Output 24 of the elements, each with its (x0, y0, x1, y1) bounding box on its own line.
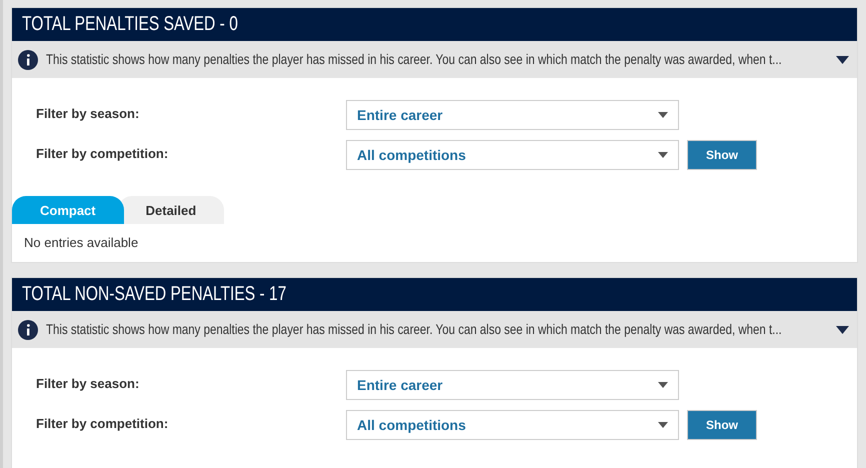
caret-icon (658, 422, 668, 428)
filter-label: Filter by season: (36, 105, 140, 121)
panel-title: TOTAL PENALTIES SAVED - 0 (22, 13, 238, 36)
panel-title: TOTAL NON-SAVED PENALTIES - 17 (22, 283, 286, 306)
expand-caret-icon[interactable] (836, 326, 849, 334)
info-text: This statistic shows how many penalties the player has missed in his career. You can also see in which match the penalty was awarded, when t... (46, 320, 782, 336)
caret-icon (658, 112, 668, 118)
info-icon (18, 320, 38, 340)
show-button[interactable]: Show (687, 140, 757, 170)
view-tab[interactable]: Compact (12, 196, 124, 224)
show-button[interactable]: Show (687, 410, 757, 440)
filter-select[interactable]: All competitions (346, 140, 679, 170)
filter-label: Filter by season: (36, 375, 140, 391)
expand-caret-icon[interactable] (836, 56, 849, 64)
info-icon (18, 50, 38, 70)
caret-icon (658, 382, 668, 388)
filter-select[interactable]: Entire career (346, 370, 679, 400)
empty-message: No entries available (12, 224, 857, 262)
filter-label: Filter by competition: (36, 145, 170, 161)
filter-label: Filter by competition: (36, 415, 170, 431)
info-text: This statistic shows how many penalties the player has missed in his career. You can also see in which match the penalty was awarded, when t... (46, 50, 782, 66)
filter-select[interactable]: All competitions (346, 410, 679, 440)
filter-select[interactable]: Entire career (346, 100, 679, 130)
caret-icon (658, 152, 668, 158)
